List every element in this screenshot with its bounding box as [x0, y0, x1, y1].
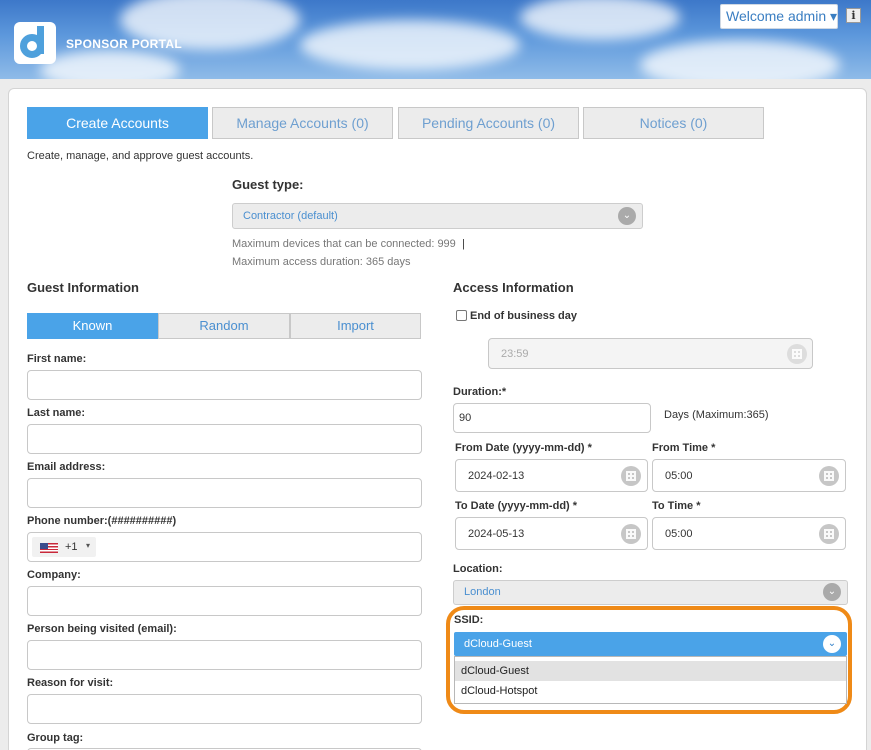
email-label: Email address:	[27, 461, 106, 473]
page-description: Create, manage, and approve guest accoun…	[27, 150, 254, 162]
separator: |	[462, 238, 465, 250]
end-of-day-checkbox[interactable]	[456, 310, 467, 321]
cloud-decoration	[40, 50, 180, 79]
clock-icon[interactable]	[787, 344, 807, 364]
end-time-placeholder: 23:59	[501, 348, 529, 360]
guest-type-label: Guest type:	[232, 177, 304, 192]
subtab-random[interactable]: Random	[158, 313, 290, 339]
logo-icon	[14, 22, 56, 64]
from-date-value: 2024-02-13	[468, 470, 525, 482]
cloud-decoration	[300, 20, 520, 70]
location-label: Location:	[453, 563, 503, 575]
tab-pending-accounts[interactable]: Pending Accounts (0)	[398, 107, 579, 139]
duration-note: Days (Maximum:365)	[664, 409, 769, 421]
from-date-field[interactable]: 2024-02-13	[455, 459, 648, 492]
reason-field[interactable]	[27, 694, 422, 724]
reason-label: Reason for visit:	[27, 677, 114, 689]
ssid-label: SSID:	[454, 614, 484, 626]
brand-title: SPONSOR PORTAL	[66, 37, 182, 51]
end-time-field[interactable]: 23:59	[488, 338, 813, 369]
ssid-dropdown-list: dCloud-Guest dCloud-Hotspot	[454, 656, 847, 704]
welcome-user-menu[interactable]: Welcome admin ▾	[720, 4, 838, 29]
tab-create-accounts[interactable]: Create Accounts	[27, 107, 208, 139]
info-icon[interactable]: i	[846, 8, 861, 23]
last-name-label: Last name:	[27, 407, 86, 419]
max-devices-text: Maximum devices that can be connected: 9…	[232, 238, 456, 250]
location-value: London	[464, 586, 501, 598]
chevron-down-icon: ⌄	[823, 635, 841, 653]
duration-field[interactable]: 90	[453, 403, 651, 433]
chevron-down-icon: ⌄	[618, 207, 636, 225]
guest-information-heading: Guest Information	[27, 280, 139, 295]
to-date-label: To Date (yyyy-mm-dd) *	[455, 500, 578, 512]
location-select[interactable]: London ⌄	[453, 580, 848, 605]
access-information-heading: Access Information	[453, 280, 574, 295]
us-flag-icon	[40, 543, 58, 553]
from-time-value: 05:00	[665, 470, 693, 482]
to-time-label: To Time *	[652, 500, 701, 512]
calendar-icon[interactable]	[621, 466, 641, 486]
email-field[interactable]	[27, 478, 422, 508]
from-date-label: From Date (yyyy-mm-dd) *	[455, 442, 592, 454]
first-name-label: First name:	[27, 353, 87, 365]
first-name-field[interactable]	[27, 370, 422, 400]
ssid-select[interactable]: dCloud-Guest ⌄	[454, 632, 847, 656]
caret-down-icon: ▾	[86, 541, 91, 550]
country-code: +1	[65, 541, 78, 553]
subtab-known[interactable]: Known	[27, 313, 158, 339]
tab-manage-accounts[interactable]: Manage Accounts (0)	[212, 107, 393, 139]
group-tag-label: Group tag:	[27, 732, 84, 744]
clock-icon[interactable]	[819, 466, 839, 486]
person-visited-label: Person being visited (email):	[27, 623, 177, 635]
person-visited-field[interactable]	[27, 640, 422, 670]
tab-notices[interactable]: Notices (0)	[583, 107, 764, 139]
to-time-value: 05:00	[665, 528, 693, 540]
end-of-day-label: End of business day	[470, 310, 577, 322]
duration-label: Duration:*	[453, 386, 507, 398]
company-field[interactable]	[27, 586, 422, 616]
to-time-field[interactable]: 05:00	[652, 517, 846, 550]
last-name-field[interactable]	[27, 424, 422, 454]
cloud-decoration	[520, 0, 680, 40]
ssid-option-dcloud-guest[interactable]: dCloud-Guest	[455, 661, 846, 681]
duration-value: 90	[459, 412, 472, 424]
company-label: Company:	[27, 569, 81, 581]
max-duration-text: Maximum access duration: 365 days	[232, 256, 411, 268]
chevron-down-icon: ⌄	[823, 583, 841, 601]
to-date-value: 2024-05-13	[468, 528, 525, 540]
to-date-field[interactable]: 2024-05-13	[455, 517, 648, 550]
guest-type-value: Contractor (default)	[243, 210, 338, 222]
from-time-field[interactable]: 05:00	[652, 459, 846, 492]
phone-label: Phone number:(##########)	[27, 515, 177, 527]
ssid-option-dcloud-hotspot[interactable]: dCloud-Hotspot	[455, 681, 846, 701]
subtab-import[interactable]: Import	[290, 313, 421, 339]
clock-icon[interactable]	[819, 524, 839, 544]
calendar-icon[interactable]	[621, 524, 641, 544]
guest-type-select[interactable]: Contractor (default) ⌄	[232, 203, 643, 229]
ssid-selected-value: dCloud-Guest	[464, 638, 532, 650]
from-time-label: From Time *	[652, 442, 716, 454]
cloud-decoration	[640, 40, 840, 79]
